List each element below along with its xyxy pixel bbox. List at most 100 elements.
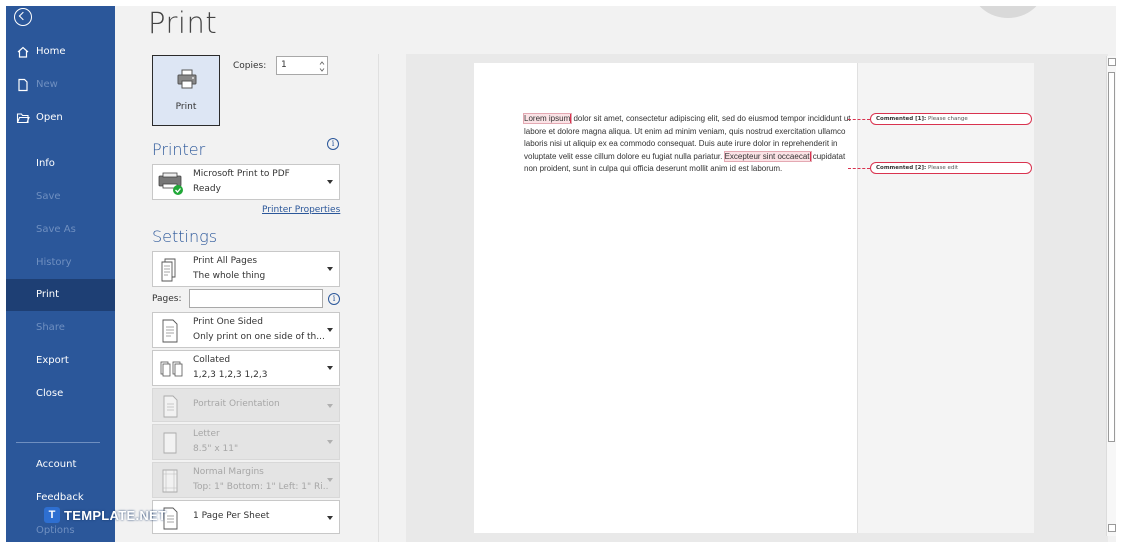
sidebar-item-share[interactable]: Share (6, 312, 115, 344)
sidebar-item-print[interactable]: Print (6, 279, 115, 311)
template-watermark: T TEMPLATE.NET (44, 504, 166, 526)
print-button-label: Print (175, 102, 197, 112)
preview-scrollbar[interactable] (1106, 56, 1116, 536)
sidebar-item-info[interactable]: Info (6, 148, 115, 180)
pages-per-sheet-line1: 1 Page Per Sheet (193, 511, 270, 521)
comment-text: Please edit (927, 165, 959, 171)
sidebar-item-label: Save As (36, 224, 76, 235)
sidebar-item-label: Feedback (36, 492, 84, 503)
copies-value: 1 (281, 60, 287, 70)
watermark-brand: TEMPLATE (64, 507, 136, 523)
panel-divider (378, 54, 379, 542)
scroll-up-icon[interactable] (1108, 58, 1116, 66)
paper-size-icon (163, 432, 177, 454)
comment-balloon-2[interactable]: Commented [2]: Please edit (870, 162, 1032, 174)
orientation-line1: Portrait Orientation (193, 399, 280, 409)
home-icon (17, 46, 29, 58)
sidebar-item-home[interactable]: Home (6, 36, 115, 68)
back-arrow-icon[interactable] (14, 8, 32, 26)
spin-up-icon[interactable] (319, 60, 325, 66)
paper-size-line2: 8.5" x 11" (193, 444, 239, 454)
backstage-sidebar: Home New Open Info Save Save As History … (6, 6, 115, 542)
backstage-view: Home New Open Info Save Save As History … (6, 6, 1116, 542)
page-title: Print (148, 6, 218, 40)
chevron-down-icon (327, 366, 333, 370)
comment-margin (857, 63, 1034, 533)
watermark-text: TEMPLATE.NET (64, 508, 166, 523)
sidebar-item-label: Open (36, 112, 63, 123)
printer-icon (177, 69, 197, 89)
printer-dropdown[interactable]: Microsoft Print to PDF Ready (152, 164, 340, 200)
print-sides-line2: Only print on one side of th... (193, 332, 325, 342)
spin-down-icon[interactable] (319, 67, 325, 73)
scroll-down-icon[interactable] (1108, 524, 1116, 532)
print-sides-line1: Print One Sided (193, 317, 263, 327)
avatar (972, 6, 1044, 18)
paper-size-line1: Letter (193, 429, 220, 439)
collated-icon (160, 361, 183, 377)
margins-icon (162, 469, 178, 493)
comment-connector-2 (848, 168, 870, 169)
sidebar-item-account[interactable]: Account (6, 449, 115, 481)
chevron-down-icon (327, 328, 333, 332)
sidebar-divider (16, 442, 100, 443)
sidebar-item-label: New (36, 79, 58, 90)
pages-input[interactable] (189, 289, 323, 308)
comment-author: Commented [1]: (876, 116, 927, 122)
orientation-dropdown[interactable]: Portrait Orientation (152, 388, 340, 422)
info-icon[interactable]: i (328, 293, 340, 305)
watermark-suffix: .NET (135, 507, 167, 523)
comment-balloon-1[interactable]: Commented [1]: Please change (870, 113, 1032, 125)
chevron-down-icon (327, 267, 333, 271)
settings-heading: Settings (152, 227, 218, 246)
copies-label: Copies: (233, 61, 267, 71)
sidebar-item-label: Options (36, 525, 75, 536)
comment-connector-1 (848, 119, 870, 120)
chevron-down-icon (327, 516, 333, 520)
printer-heading: Printer (152, 140, 206, 159)
collation-dropdown[interactable]: Collated 1,2,3 1,2,3 1,2,3 (152, 350, 340, 386)
comment-highlight-2: Excepteur sint occaecat (723, 150, 812, 162)
sidebar-item-label: Print (36, 289, 60, 300)
sidebar-item-export[interactable]: Export (6, 345, 115, 377)
info-icon[interactable]: i (327, 138, 339, 150)
one-sided-icon (162, 319, 178, 343)
sidebar-item-save-as[interactable]: Save As (6, 214, 115, 246)
sidebar-item-label: Close (36, 388, 64, 399)
sidebar-item-open[interactable]: Open (6, 102, 115, 134)
watermark-logo-icon: T (44, 507, 60, 523)
paper-size-dropdown[interactable]: Letter 8.5" x 11" (152, 424, 340, 460)
sidebar-item-label: Export (36, 355, 69, 366)
printer-device-icon (158, 172, 183, 195)
print-sides-dropdown[interactable]: Print One Sided Only print on one side o… (152, 312, 340, 348)
pages-per-sheet-dropdown[interactable]: 1 Page Per Sheet (152, 500, 340, 534)
sidebar-item-new[interactable]: New (6, 69, 115, 101)
sidebar-item-label: Info (36, 158, 55, 169)
sidebar-item-label: Home (36, 46, 66, 57)
sidebar-item-label: Account (36, 459, 77, 470)
sidebar-item-history[interactable]: History (6, 247, 115, 279)
print-range-line1: Print All Pages (193, 256, 258, 266)
open-folder-icon (16, 113, 30, 124)
portrait-orientation-icon (163, 395, 178, 418)
print-range-icon (161, 258, 176, 282)
comment-text: Please change (927, 116, 968, 122)
comment-highlight-1: Lorem ipsum (522, 113, 573, 124)
collation-line1: Collated (193, 355, 231, 365)
printer-properties-link[interactable]: Printer Properties (262, 205, 340, 215)
sidebar-item-save[interactable]: Save (6, 181, 115, 213)
chevron-down-icon (327, 404, 333, 408)
app-window: Home New Open Info Save Save As History … (0, 0, 1121, 548)
chevron-down-icon (327, 180, 333, 184)
sidebar-item-label: History (36, 257, 72, 268)
print-range-dropdown[interactable]: Print All Pages The whole thing (152, 251, 340, 287)
sidebar-item-label: Share (36, 322, 65, 333)
scroll-thumb[interactable] (1108, 72, 1115, 442)
print-button[interactable]: Print (152, 55, 220, 126)
sidebar-item-close[interactable]: Close (6, 378, 115, 410)
copies-input[interactable]: 1 (276, 56, 328, 75)
chevron-down-icon (327, 478, 333, 482)
margins-line1: Normal Margins (193, 467, 264, 477)
print-range-line2: The whole thing (193, 271, 266, 281)
margins-dropdown[interactable]: Normal Margins Top: 1" Bottom: 1" Left: … (152, 462, 340, 498)
